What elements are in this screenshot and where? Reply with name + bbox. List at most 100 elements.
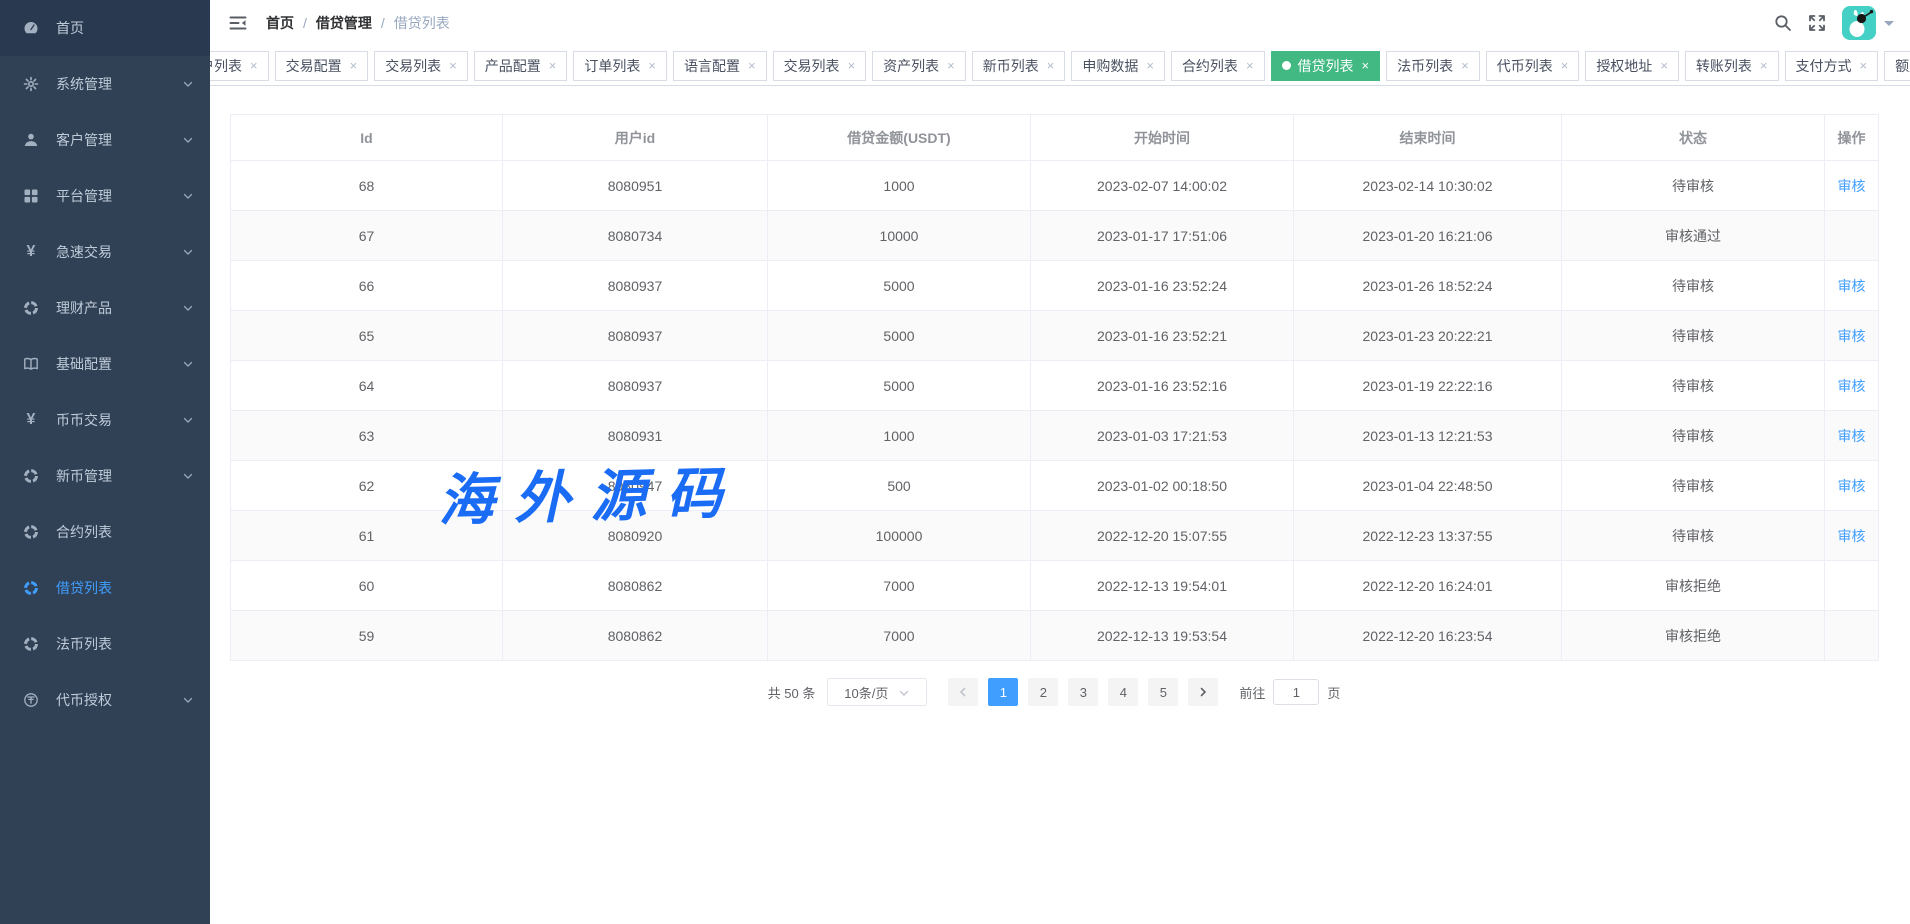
sidebar-item[interactable]: 合约列表 — [0, 504, 210, 560]
tab-close-icon[interactable]: × — [1146, 59, 1154, 72]
tab-label: 用户列表 — [210, 56, 242, 76]
chevron-down-icon — [182, 78, 194, 90]
table-cell: 审核通过 — [1562, 211, 1825, 261]
table-cell: 8080734 — [503, 211, 768, 261]
page-number-button[interactable]: 1 — [988, 678, 1018, 706]
tab-label: 申购数据 — [1082, 56, 1138, 76]
sidebar-item[interactable]: 借贷列表 — [0, 560, 210, 616]
table-cell: 2023-01-16 23:52:24 — [1031, 261, 1294, 311]
sidebar-item-label: 合约列表 — [56, 522, 112, 542]
page-number-button[interactable]: 3 — [1068, 678, 1098, 706]
tab[interactable]: 授权地址× — [1585, 51, 1679, 81]
tab-close-icon[interactable]: × — [250, 59, 258, 72]
tab[interactable]: 订单列表× — [573, 51, 667, 81]
sidebar-item-label: 代币授权 — [56, 690, 112, 710]
tab-close-icon[interactable]: × — [1660, 59, 1668, 72]
tab-label: 代币列表 — [1497, 56, 1553, 76]
tab-close-icon[interactable]: × — [350, 59, 358, 72]
tab-close-icon[interactable]: × — [1561, 59, 1569, 72]
tab-close-icon[interactable]: × — [848, 59, 856, 72]
sidebar-item[interactable]: ¥急速交易 — [0, 224, 210, 280]
breadcrumb-item[interactable]: 首页 — [266, 13, 294, 33]
sidebar-item[interactable]: 系统管理 — [0, 56, 210, 112]
sidebar-toggle-icon[interactable] — [224, 9, 252, 37]
review-link[interactable]: 审核 — [1838, 278, 1866, 294]
tab[interactable]: 法币列表× — [1386, 51, 1480, 81]
table-cell: 待审核 — [1562, 161, 1825, 211]
tab[interactable]: 合约列表× — [1171, 51, 1265, 81]
tab[interactable]: 额度转换× — [1884, 51, 1910, 81]
tab-close-icon[interactable]: × — [449, 59, 457, 72]
column-header: 状态 — [1562, 115, 1825, 161]
ring-icon — [22, 635, 40, 653]
goto-page-input[interactable] — [1273, 679, 1319, 705]
review-link[interactable]: 审核 — [1838, 428, 1866, 444]
table-cell: 8080931 — [503, 411, 768, 461]
column-header: 开始时间 — [1031, 115, 1294, 161]
prev-page-button[interactable] — [948, 678, 978, 706]
sidebar-item[interactable]: 客户管理 — [0, 112, 210, 168]
tab[interactable]: 交易列表× — [773, 51, 867, 81]
goto-label: 前往 — [1239, 683, 1265, 702]
review-link[interactable]: 审核 — [1838, 378, 1866, 394]
page-number-button[interactable]: 4 — [1108, 678, 1138, 706]
table-row: 59808086270002022-12-13 19:53:542022-12-… — [231, 611, 1879, 661]
tab-close-icon[interactable]: × — [947, 59, 955, 72]
review-link[interactable]: 审核 — [1838, 528, 1866, 544]
table-cell: 10000 — [768, 211, 1031, 261]
tab-label: 支付方式 — [1796, 56, 1852, 76]
table-row: 64808093750002023-01-16 23:52:162023-01-… — [231, 361, 1879, 411]
avatar[interactable] — [1842, 6, 1876, 40]
tab[interactable]: 用户列表 × — [210, 51, 269, 81]
tab[interactable]: 代币列表 × — [1486, 51, 1580, 81]
tab[interactable]: 借贷列表× — [1271, 51, 1381, 81]
sidebar-item[interactable]: 代币授权 — [0, 672, 210, 728]
page-number-button[interactable]: 5 — [1148, 678, 1178, 706]
sidebar-item[interactable]: 理财产品 — [0, 280, 210, 336]
review-link[interactable]: 审核 — [1838, 178, 1866, 194]
table-cell: 7000 — [768, 561, 1031, 611]
ring-icon — [22, 523, 40, 541]
column-header: 操作 — [1825, 115, 1879, 161]
tab[interactable]: 交易配置× — [275, 51, 369, 81]
tab-close-icon[interactable]: × — [1047, 59, 1055, 72]
tab[interactable]: 申购数据 × — [1071, 51, 1165, 81]
breadcrumb: 首页/借贷管理/借贷列表 — [266, 13, 450, 33]
tab-close-icon[interactable]: × — [1461, 59, 1469, 72]
tab-close-icon[interactable]: × — [1760, 59, 1768, 72]
sidebar-item[interactable]: 基础配置 — [0, 336, 210, 392]
tab[interactable]: 转账列表× — [1685, 51, 1779, 81]
loan-table: Id用户id借贷金额(USDT)开始时间结束时间状态操作688080951100… — [230, 114, 1879, 661]
tab-close-icon[interactable]: × — [748, 59, 756, 72]
column-header: 结束时间 — [1294, 115, 1562, 161]
table-cell: 65 — [231, 311, 503, 361]
tab-close-icon[interactable]: × — [1362, 59, 1370, 72]
tab[interactable]: 新币列表× — [972, 51, 1066, 81]
sidebar-item[interactable]: 法币列表 — [0, 616, 210, 672]
sidebar-item[interactable]: 新币管理 — [0, 448, 210, 504]
table-cell: 审核 — [1825, 461, 1879, 511]
sidebar-item[interactable]: 首页 — [0, 0, 210, 56]
tab[interactable]: 支付方式 × — [1785, 51, 1879, 81]
breadcrumb-item[interactable]: 借贷管理 — [316, 13, 372, 33]
search-icon[interactable] — [1774, 14, 1792, 32]
tab-close-icon[interactable]: × — [648, 59, 656, 72]
user-menu-caret-icon[interactable] — [1884, 21, 1894, 31]
sidebar-item[interactable]: 平台管理 — [0, 168, 210, 224]
tab[interactable]: 语言配置× — [673, 51, 767, 81]
tab[interactable]: 资产列表× — [872, 51, 966, 81]
fullscreen-icon[interactable] — [1808, 14, 1826, 32]
breadcrumb-separator: / — [381, 15, 385, 31]
tab[interactable]: 产品配置× — [474, 51, 568, 81]
tab-close-icon[interactable]: × — [1860, 59, 1868, 72]
tab-close-icon[interactable]: × — [549, 59, 557, 72]
sidebar-item[interactable]: ¥币币交易 — [0, 392, 210, 448]
tab[interactable]: 交易列表× — [374, 51, 468, 81]
page-size-select[interactable]: 10条/页 — [827, 678, 927, 706]
review-link[interactable]: 审核 — [1838, 328, 1866, 344]
review-link[interactable]: 审核 — [1838, 478, 1866, 494]
next-page-button[interactable] — [1188, 678, 1218, 706]
tab-close-icon[interactable]: × — [1246, 59, 1254, 72]
page-number-button[interactable]: 2 — [1028, 678, 1058, 706]
table-cell: 待审核 — [1562, 361, 1825, 411]
